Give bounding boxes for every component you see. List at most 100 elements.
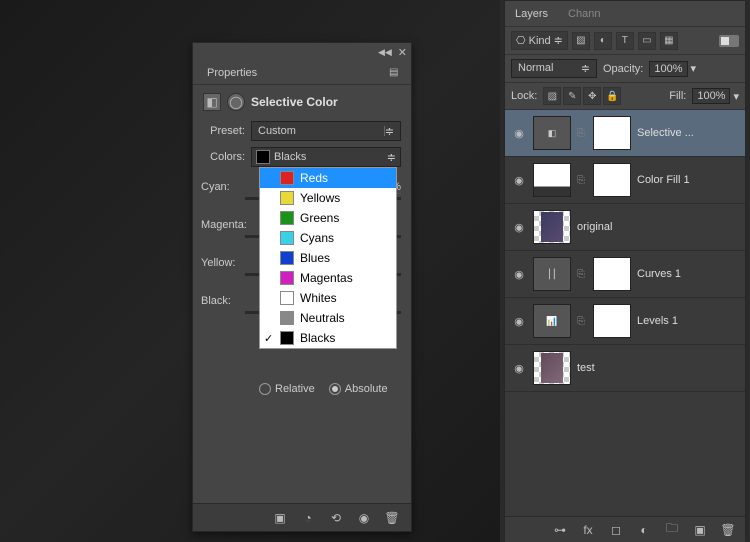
layer-mask[interactable] bbox=[593, 163, 631, 197]
layer-thumb[interactable] bbox=[533, 210, 571, 244]
visibility-toggle[interactable]: ◉ bbox=[511, 127, 527, 140]
link-layers-icon[interactable]: ⊶ bbox=[551, 521, 569, 539]
layer-name[interactable]: original bbox=[577, 221, 739, 233]
delete-layer-icon[interactable]: 🗑 bbox=[719, 521, 737, 539]
fill-value[interactable]: 100% bbox=[692, 88, 730, 104]
black-label: Black: bbox=[201, 295, 231, 307]
filter-adjustment-icon[interactable]: ◐ bbox=[594, 32, 612, 50]
properties-panel: ◀◀ ✕ Properties ▤ ◧ ◯ Selective Color Pr… bbox=[192, 42, 412, 532]
lock-all-icon[interactable]: 🔒 bbox=[603, 87, 621, 105]
layers-panel: Layers Chann ⎔ Kind ≑ ▨ ◐ T ▭ ▦ Normal≑ … bbox=[504, 0, 746, 538]
properties-tab[interactable]: Properties bbox=[201, 63, 263, 83]
absolute-radio[interactable]: Absolute bbox=[329, 383, 388, 395]
dropdown-item-blues[interactable]: Blues bbox=[260, 248, 396, 268]
chevron-icon[interactable]: ▾ bbox=[691, 62, 697, 75]
visibility-toggle[interactable]: ◉ bbox=[511, 174, 527, 187]
layer-mask-icon[interactable]: ◻ bbox=[607, 521, 625, 539]
panel-menu-icon[interactable]: ▤ bbox=[389, 67, 403, 78]
close-icon[interactable]: ✕ bbox=[398, 46, 407, 59]
adjustment-title: ◧ ◯ Selective Color bbox=[203, 93, 401, 111]
new-layer-icon[interactable]: ▣ bbox=[691, 521, 709, 539]
layer-mask[interactable] bbox=[593, 304, 631, 338]
layer-thumb[interactable]: ◧ bbox=[533, 116, 571, 150]
lock-image-icon[interactable]: ✎ bbox=[563, 87, 581, 105]
layer-name[interactable]: Levels 1 bbox=[637, 315, 739, 327]
kind-filter[interactable]: ⎔ Kind ≑ bbox=[511, 31, 568, 50]
colors-label: Colors: bbox=[203, 151, 245, 163]
dropdown-item-whites[interactable]: Whites bbox=[260, 288, 396, 308]
layer-thumb[interactable]: 📊 bbox=[533, 304, 571, 338]
swatch-magenta bbox=[280, 271, 294, 285]
swatch-green bbox=[280, 211, 294, 225]
layer-mask[interactable] bbox=[593, 257, 631, 291]
layer-curves[interactable]: ◉ ⎮⎮ ⎘ Curves 1 bbox=[505, 251, 745, 298]
layer-name[interactable]: Color Fill 1 bbox=[637, 174, 739, 186]
layer-thumb[interactable] bbox=[533, 163, 571, 197]
magenta-label: Magenta: bbox=[201, 219, 247, 231]
visibility-toggle[interactable]: ◉ bbox=[511, 315, 527, 328]
panel-tabs: Properties ▤ bbox=[193, 61, 411, 85]
filter-smart-icon[interactable]: ▦ bbox=[660, 32, 678, 50]
dropdown-item-greens[interactable]: Greens bbox=[260, 208, 396, 228]
dropdown-item-yellows[interactable]: Yellows bbox=[260, 188, 396, 208]
filter-toggle[interactable] bbox=[719, 35, 739, 47]
layer-selective-color[interactable]: ◉ ◧ ⎘ Selective ... bbox=[505, 110, 745, 157]
collapse-icon[interactable]: ◀◀ bbox=[378, 47, 392, 58]
dropdown-item-neutrals[interactable]: Neutrals bbox=[260, 308, 396, 328]
link-icon: ⎘ bbox=[577, 128, 587, 139]
lock-label: Lock: bbox=[511, 90, 537, 102]
channels-tab[interactable]: Chann bbox=[558, 2, 610, 26]
layers-tab[interactable]: Layers bbox=[505, 2, 558, 26]
layer-list: ◉ ◧ ⎘ Selective ... ◉ ⎘ Color Fill 1 ◉ o… bbox=[505, 110, 745, 516]
filter-pixel-icon[interactable]: ▨ bbox=[572, 32, 590, 50]
visibility-icon[interactable]: ◉ bbox=[355, 509, 373, 527]
colors-row: Colors: Blacks ≑ bbox=[203, 147, 401, 167]
filter-shape-icon[interactable]: ▭ bbox=[638, 32, 656, 50]
layer-name[interactable]: Curves 1 bbox=[637, 268, 739, 280]
yellow-label: Yellow: bbox=[201, 257, 235, 269]
lock-position-icon[interactable]: ✥ bbox=[583, 87, 601, 105]
layer-color-fill[interactable]: ◉ ⎘ Color Fill 1 bbox=[505, 157, 745, 204]
layer-mask[interactable] bbox=[593, 116, 631, 150]
blend-mode-select[interactable]: Normal≑ bbox=[511, 59, 597, 78]
chevron-icon[interactable]: ▾ bbox=[733, 90, 739, 103]
dropdown-item-magentas[interactable]: Magentas bbox=[260, 268, 396, 288]
dropdown-item-cyans[interactable]: Cyans bbox=[260, 228, 396, 248]
dropdown-item-blacks[interactable]: ✓Blacks bbox=[260, 328, 396, 348]
adjustment-layer-icon[interactable]: ◐ bbox=[635, 521, 653, 539]
dropdown-item-reds[interactable]: Reds bbox=[260, 168, 396, 188]
layer-style-icon[interactable]: fx bbox=[579, 521, 597, 539]
adjustment-title-text: Selective Color bbox=[251, 95, 338, 109]
preset-select[interactable]: Custom≑ bbox=[251, 121, 401, 141]
layer-name[interactable]: Selective ... bbox=[637, 127, 739, 139]
colors-select[interactable]: Blacks ≑ bbox=[251, 147, 401, 167]
layer-levels[interactable]: ◉ 📊 ⎘ Levels 1 bbox=[505, 298, 745, 345]
clip-icon[interactable]: ▣ bbox=[271, 509, 289, 527]
visibility-toggle[interactable]: ◉ bbox=[511, 221, 527, 234]
layer-test[interactable]: ◉ test bbox=[505, 345, 745, 392]
filter-type-icon[interactable]: T bbox=[616, 32, 634, 50]
swatch-white bbox=[280, 291, 294, 305]
link-icon: ⎘ bbox=[577, 269, 587, 280]
opacity-value[interactable]: 100% bbox=[649, 61, 687, 77]
visibility-toggle[interactable]: ◉ bbox=[511, 362, 527, 375]
group-icon[interactable]: 🗀 bbox=[663, 521, 681, 539]
mask-icon[interactable]: ◯ bbox=[227, 93, 245, 111]
swatch-red bbox=[280, 171, 294, 185]
swatch-yellow bbox=[280, 191, 294, 205]
selective-color-icon: ◧ bbox=[203, 93, 221, 111]
view-previous-icon[interactable]: ◔ bbox=[299, 509, 317, 527]
visibility-toggle[interactable]: ◉ bbox=[511, 268, 527, 281]
colors-dropdown[interactable]: Reds Yellows Greens Cyans Blues Magentas… bbox=[259, 167, 397, 349]
reset-icon[interactable]: ⟲ bbox=[327, 509, 345, 527]
trash-icon[interactable]: 🗑 bbox=[383, 509, 401, 527]
filter-row: ⎔ Kind ≑ ▨ ◐ T ▭ ▦ bbox=[505, 27, 745, 55]
layer-thumb[interactable] bbox=[533, 351, 571, 385]
cyan-label: Cyan: bbox=[201, 181, 230, 193]
layer-original[interactable]: ◉ original bbox=[505, 204, 745, 251]
relative-radio[interactable]: Relative bbox=[259, 383, 315, 395]
layer-thumb[interactable]: ⎮⎮ bbox=[533, 257, 571, 291]
layer-name[interactable]: test bbox=[577, 362, 739, 374]
lock-transparency-icon[interactable]: ▨ bbox=[543, 87, 561, 105]
color-swatch-black bbox=[256, 150, 270, 164]
